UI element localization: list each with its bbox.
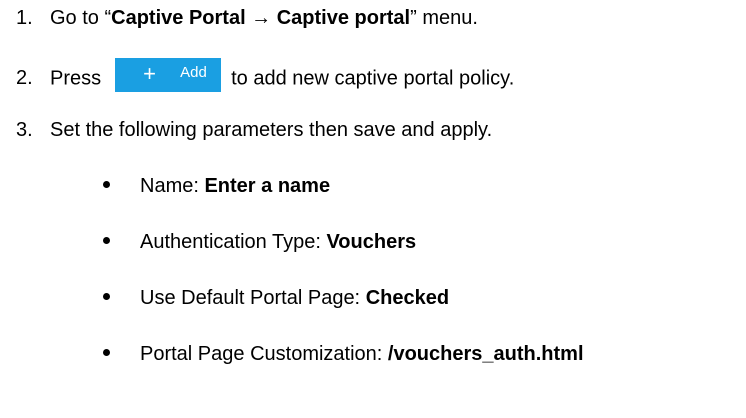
add-button-label: Add xyxy=(180,64,207,81)
step-1: 1. Go to “Captive Portal → Captive portal… xyxy=(16,6,478,30)
parameter-item: Authentication Type: Vouchers xyxy=(103,230,416,254)
step-text-prefix: Go to “ xyxy=(50,7,112,29)
add-button[interactable]: + Add xyxy=(115,58,222,92)
parameter-name: Portal Page Customization: xyxy=(140,343,388,365)
bullet-icon xyxy=(103,293,110,301)
step-2: 2. Press + Add to add new captive portal pol… xyxy=(16,58,515,96)
parameter-item: Name: Enter a name xyxy=(103,174,330,198)
step-number: 3. xyxy=(16,119,33,141)
step-text: Set the following parameters then save a… xyxy=(50,119,493,141)
step-number: 1. xyxy=(16,7,33,29)
menu-path: Captive Portal → Captive portal xyxy=(111,7,411,29)
parameter-value: /vouchers_auth.html xyxy=(387,343,584,365)
parameter-item: Portal Page Customization: /vouchers_aut… xyxy=(103,342,584,366)
step-text-suffix: ” menu. xyxy=(410,7,478,29)
parameter-value: Vouchers xyxy=(326,231,417,253)
step-number: 2. xyxy=(16,67,33,90)
parameter-name: Name: xyxy=(140,175,205,197)
step-text-suffix: to add new captive portal policy. xyxy=(231,67,515,90)
step-text-prefix: Press xyxy=(50,67,102,90)
parameter-name: Authentication Type: xyxy=(140,231,327,253)
parameter-value: Checked xyxy=(365,287,450,309)
parameter-name: Use Default Portal Page: xyxy=(140,287,366,309)
plus-icon: + xyxy=(143,61,156,86)
bullet-icon xyxy=(103,237,110,245)
parameter-item: Use Default Portal Page: Checked xyxy=(103,286,449,310)
step-3: 3. Set the following parameters then save… xyxy=(16,118,492,142)
bullet-icon xyxy=(103,181,110,189)
parameter-value: Enter a name xyxy=(204,175,331,197)
bullet-icon xyxy=(103,349,110,357)
